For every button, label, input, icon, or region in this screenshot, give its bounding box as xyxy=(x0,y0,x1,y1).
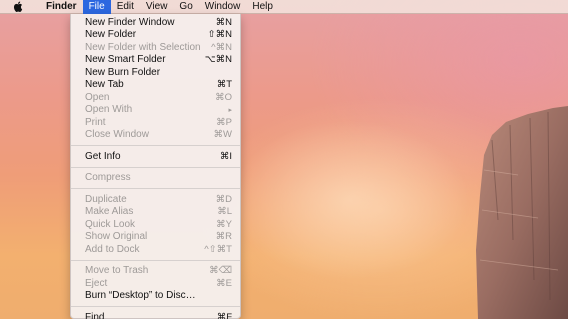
menu-item-label: New Smart Folder xyxy=(85,54,166,66)
menu-item-label: Make Alias xyxy=(85,206,134,218)
menu-item-new-folder-with-selection[interactable]: New Folder with Selection ^⌘N xyxy=(71,41,240,54)
menu-item-label: Open With xyxy=(85,104,133,116)
apple-icon[interactable] xyxy=(12,1,24,13)
menu-item-move-to-trash[interactable]: Move to Trash ⌘⌫ xyxy=(71,265,240,278)
menu-item-open-with[interactable]: Open With ▸ xyxy=(71,104,240,117)
menu-edit[interactable]: Edit xyxy=(111,0,140,14)
menu-item-compress[interactable]: Compress xyxy=(71,172,240,185)
menu-item-close-window[interactable]: Close Window ⌘W xyxy=(71,129,240,142)
menu-item-label: Print xyxy=(85,116,106,128)
menu-item-shortcut: ⌘E xyxy=(216,277,232,289)
menu-item-label: Quick Look xyxy=(85,218,136,230)
menu-item-burn-desktop-to-disc[interactable]: Burn “Desktop” to Disc… xyxy=(71,290,240,303)
menu-item-label: New Folder with Selection xyxy=(85,41,201,53)
menu-item-shortcut: ⌘L xyxy=(217,206,232,218)
menu-item-shortcut: ⌘⌫ xyxy=(209,265,232,277)
menu-item-label: New Finder Window xyxy=(85,16,175,28)
menu-item-shortcut: ⌘W xyxy=(213,129,232,141)
menu-item-label: Burn “Desktop” to Disc… xyxy=(85,290,196,302)
menu-item-label: Eject xyxy=(85,277,108,289)
file-menu-dropdown: New Finder Window ⌘N New Folder ⇧⌘N New Fold… xyxy=(70,14,241,319)
menu-item-shortcut: ⌘D xyxy=(215,193,232,205)
menu-item-new-folder[interactable]: New Folder ⇧⌘N xyxy=(71,29,240,42)
menu-item-eject[interactable]: Eject ⌘E xyxy=(71,277,240,290)
menu-item-shortcut: ⌘O xyxy=(215,91,232,103)
menu-view[interactable]: View xyxy=(140,0,174,14)
menu-item-new-finder-window[interactable]: New Finder Window ⌘N xyxy=(71,16,240,29)
menu-finder[interactable]: Finder xyxy=(36,0,83,14)
menu-file[interactable]: File xyxy=(82,0,111,14)
menu-item-shortcut: ⌘F xyxy=(216,311,232,319)
menu-item-shortcut: ^⌘N xyxy=(211,41,232,53)
menu-item-label: Move to Trash xyxy=(85,265,149,277)
menu-separator xyxy=(71,188,240,189)
menu-item-label: New Tab xyxy=(85,79,124,91)
el-capitan-cliff-image xyxy=(476,106,568,319)
wallpaper-glow xyxy=(230,120,470,280)
menu-item-shortcut: ^⇧⌘T xyxy=(204,243,232,255)
menu-item-print[interactable]: Print ⌘P xyxy=(71,116,240,129)
menu-item-new-smart-folder[interactable]: New Smart Folder ⌥⌘N xyxy=(71,54,240,67)
menu-item-label: Find xyxy=(85,311,105,319)
menu-item-make-alias[interactable]: Make Alias ⌘L xyxy=(71,206,240,219)
menu-bar: Finder File Edit View Go Window Help xyxy=(0,0,568,14)
menu-separator xyxy=(71,166,240,168)
menu-item-label: Show Original xyxy=(85,231,148,243)
menu-item-label: Open xyxy=(85,91,110,103)
menu-item-label: New Folder xyxy=(85,29,137,41)
menu-go[interactable]: Go xyxy=(173,0,198,14)
menu-item-get-info[interactable]: Get Info ⌘I xyxy=(71,150,240,163)
menu-item-shortcut: ⌘T xyxy=(216,79,232,91)
menu-item-shortcut: ⇧⌘N xyxy=(207,29,232,41)
menu-separator xyxy=(71,145,240,146)
menu-separator xyxy=(71,259,240,261)
menu-item-label: Duplicate xyxy=(85,193,127,205)
menu-item-new-tab[interactable]: New Tab ⌘T xyxy=(71,79,240,92)
menu-item-shortcut: ⌘Y xyxy=(216,218,232,230)
menu-item-find[interactable]: Find ⌘F xyxy=(71,311,240,319)
menu-item-shortcut: ⌘P xyxy=(216,116,232,128)
menu-help[interactable]: Help xyxy=(246,0,279,14)
menu-item-open[interactable]: Open ⌘O xyxy=(71,91,240,104)
menu-item-show-original[interactable]: Show Original ⌘R xyxy=(71,231,240,244)
menu-item-quick-look[interactable]: Quick Look ⌘Y xyxy=(71,218,240,231)
submenu-arrow-icon: ▸ xyxy=(228,106,232,114)
menu-item-shortcut: ⌘N xyxy=(215,16,232,28)
menu-separator xyxy=(71,306,240,307)
menu-item-label: Compress xyxy=(85,172,131,184)
menu-item-shortcut: ⌘R xyxy=(215,231,232,243)
menu-item-label: Get Info xyxy=(85,150,121,162)
menu-item-shortcut: ⌥⌘N xyxy=(204,54,232,66)
menu-item-label: Close Window xyxy=(85,129,149,141)
menu-item-duplicate[interactable]: Duplicate ⌘D xyxy=(71,193,240,206)
menu-item-new-burn-folder[interactable]: New Burn Folder xyxy=(71,66,240,79)
menu-item-label: New Burn Folder xyxy=(85,66,161,78)
menu-item-label: Add to Dock xyxy=(85,243,140,255)
menu-item-shortcut: ⌘I xyxy=(219,150,232,162)
menu-item-add-to-dock[interactable]: Add to Dock ^⇧⌘T xyxy=(71,243,240,256)
menu-window[interactable]: Window xyxy=(199,0,247,14)
